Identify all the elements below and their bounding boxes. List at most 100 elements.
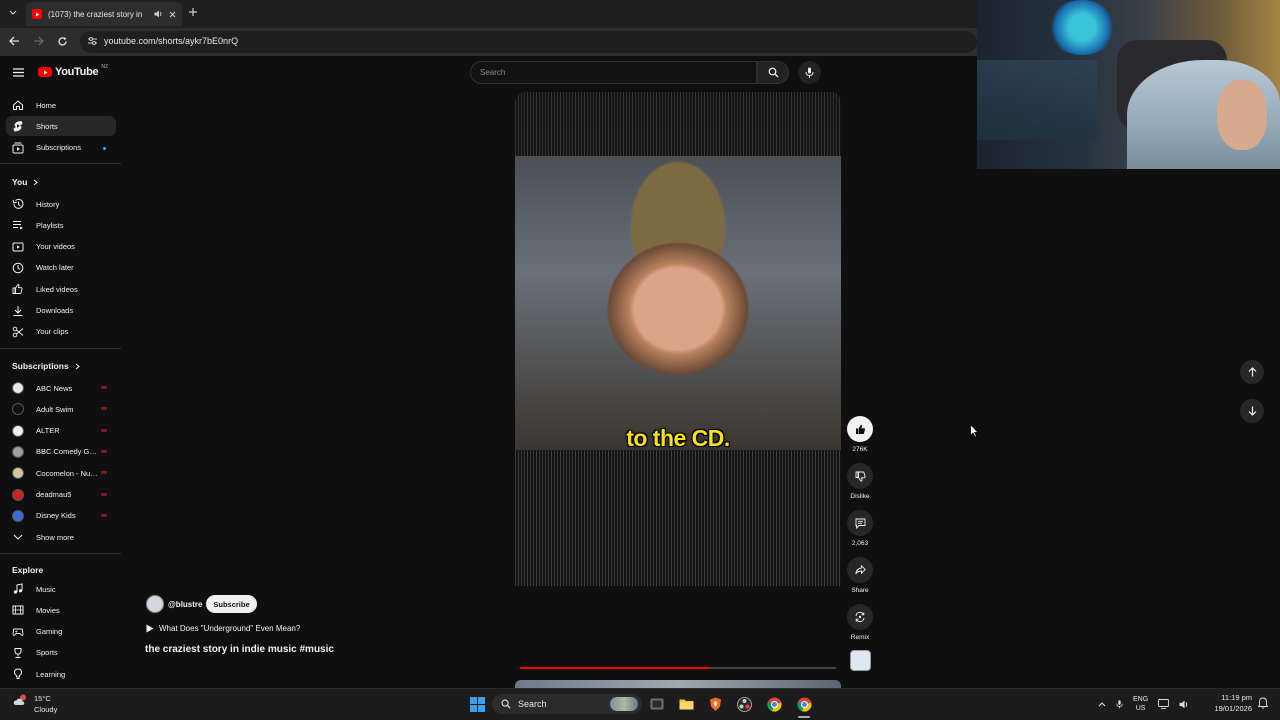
sidebar-item-abc-news[interactable]: ABC News — [6, 378, 116, 398]
sidebar-item-show-more[interactable]: Show more — [6, 527, 116, 547]
microphone-icon — [805, 67, 814, 78]
sidebar-item-label: ABC News — [36, 383, 73, 393]
share-button[interactable]: Share — [846, 557, 874, 594]
chrome-active-icon[interactable] — [795, 695, 813, 713]
obs-studio-icon[interactable] — [735, 695, 753, 713]
sidebar-item-watch-later[interactable]: Watch later — [6, 258, 116, 278]
sidebar-item-sports[interactable]: Sports — [6, 643, 116, 663]
share-label: Share — [851, 587, 869, 594]
previous-short-button[interactable] — [1240, 360, 1264, 384]
sidebar-item-movies[interactable]: Movies — [6, 600, 116, 620]
guide-menu-icon[interactable] — [13, 68, 24, 77]
movies-icon — [12, 604, 24, 616]
tab-list-chevron-icon[interactable] — [6, 6, 20, 20]
video-caption: to the CD. — [626, 425, 730, 451]
next-short-preview[interactable] — [515, 680, 841, 688]
brave-browser-icon[interactable] — [706, 695, 724, 713]
new-content-dot — [103, 146, 106, 150]
next-short-button[interactable] — [1240, 399, 1264, 423]
url-text[interactable]: youtube.com/shorts/aykr7bE0nrQ — [104, 36, 238, 46]
voice-search-button[interactable] — [798, 61, 821, 84]
search-input[interactable] — [470, 61, 757, 84]
browser-tab[interactable]: (1073) the craziest story in — [26, 2, 182, 26]
sidebar-item-gaming[interactable]: Gaming — [6, 622, 116, 642]
subscriptions-heading[interactable]: Subscriptions — [12, 361, 80, 371]
chrome-icon[interactable] — [765, 695, 783, 713]
search-icon — [768, 67, 778, 78]
home-icon — [12, 99, 24, 111]
channel-name[interactable]: @blustre — [168, 600, 202, 609]
comments-button[interactable]: 2,063 — [846, 510, 874, 547]
sidebar-item-downloads[interactable]: Downloads — [6, 301, 116, 321]
remix-button[interactable]: Remix — [846, 604, 874, 641]
sidebar-item-liked-videos[interactable]: Liked videos — [6, 279, 116, 299]
channel-sound-thumbnail[interactable] — [850, 650, 871, 671]
sidebar-item-label: Disney Kids — [36, 511, 76, 521]
related-video-link[interactable]: What Does "Underground" Even Mean? — [146, 624, 300, 633]
sidebar-item-subscriptions[interactable]: Subscriptions — [6, 138, 116, 158]
sidebar-item-your-videos[interactable]: Your videos — [6, 237, 116, 257]
site-info-icon[interactable] — [87, 36, 98, 46]
reload-icon[interactable] — [57, 36, 68, 47]
your-videos-icon — [12, 242, 24, 252]
sidebar-item-shorts[interactable]: Shorts — [6, 116, 116, 137]
weather-cloudy-icon[interactable] — [13, 693, 29, 707]
you-heading[interactable]: You — [12, 177, 39, 187]
sidebar-item-playlists[interactable]: Playlists — [6, 215, 116, 235]
task-view-icon[interactable] — [648, 695, 666, 713]
back-arrow-icon[interactable] — [9, 36, 20, 46]
forward-arrow-icon[interactable] — [33, 36, 44, 46]
explore-heading-label: Explore — [12, 565, 44, 575]
sidebar-item-cocomelon-nur[interactable]: Cocomelon - Nur... — [6, 463, 116, 483]
sidebar-item-disney-kids[interactable]: Disney Kids — [6, 506, 116, 526]
sidebar-item-label: Home — [36, 100, 57, 110]
short-video-player[interactable]: to the CD. — [515, 92, 841, 688]
channel-avatar[interactable] — [146, 595, 164, 613]
weather-description[interactable]: Cloudy — [34, 705, 57, 714]
microphone-tray-icon[interactable] — [1116, 699, 1123, 710]
sidebar-item-history[interactable]: History — [6, 194, 116, 214]
watch-later-icon — [12, 262, 24, 274]
like-button[interactable]: 276K — [846, 416, 874, 453]
taskbar-clock[interactable]: 11:19 pm 19/01/2026 — [1206, 692, 1252, 714]
language-indicator[interactable]: ENG US — [1133, 695, 1148, 713]
search-button[interactable] — [757, 61, 789, 84]
network-icon[interactable] — [1158, 699, 1170, 709]
file-explorer-icon[interactable] — [677, 695, 695, 713]
subscribe-button[interactable]: Subscribe — [206, 595, 257, 613]
search-placeholder: Search — [480, 68, 506, 77]
sidebar-item-your-clips[interactable]: Your clips — [6, 322, 116, 342]
tab-close-icon[interactable] — [169, 11, 176, 18]
tab-audio-icon[interactable] — [154, 10, 163, 18]
chevron-down-icon — [12, 531, 24, 543]
arrow-down-icon — [1248, 406, 1256, 416]
windows-start-icon[interactable] — [468, 695, 486, 713]
sidebar-item-label: Music — [36, 584, 56, 594]
sidebar-item-deadmau5[interactable]: deadmau5 — [6, 485, 116, 505]
subscriptions-heading-label: Subscriptions — [12, 361, 69, 371]
taskbar-search[interactable]: Search — [492, 694, 642, 714]
sidebar-item-label: Watch later — [36, 263, 74, 273]
sidebar-item-learning[interactable]: Learning — [6, 664, 116, 684]
sidebar-item-alter[interactable]: ALTER — [6, 421, 116, 441]
sidebar-item-label: deadmau5 — [36, 490, 72, 499]
live-indicator — [101, 449, 107, 453]
music-icon — [12, 583, 24, 595]
sidebar-item-music[interactable]: Music — [6, 579, 116, 599]
sidebar-item-adult-swim[interactable]: Adult Swim — [6, 399, 116, 419]
volume-icon[interactable] — [1179, 700, 1189, 709]
sidebar-item-bbc-comedy-gre[interactable]: BBC Comedy Gre... — [6, 442, 116, 462]
new-tab-plus-icon[interactable] — [188, 7, 200, 19]
explore-heading[interactable]: Explore — [12, 565, 43, 575]
sidebar-item-label: Your clips — [36, 327, 69, 337]
dislike-button[interactable]: Dislike — [846, 463, 874, 500]
tray-overflow-chevron-icon[interactable] — [1098, 701, 1106, 707]
notification-bell-icon[interactable] — [1258, 697, 1268, 709]
music-icon — [13, 583, 23, 594]
keyboard-layout: US — [1135, 705, 1146, 712]
weather-temperature[interactable]: 15°C — [34, 694, 51, 703]
youtube-logo[interactable]: YouTube NZ — [38, 64, 108, 78]
sidebar-item-home[interactable]: Home — [6, 95, 116, 115]
learning-icon — [12, 668, 24, 680]
video-progress-bar[interactable] — [520, 667, 836, 669]
